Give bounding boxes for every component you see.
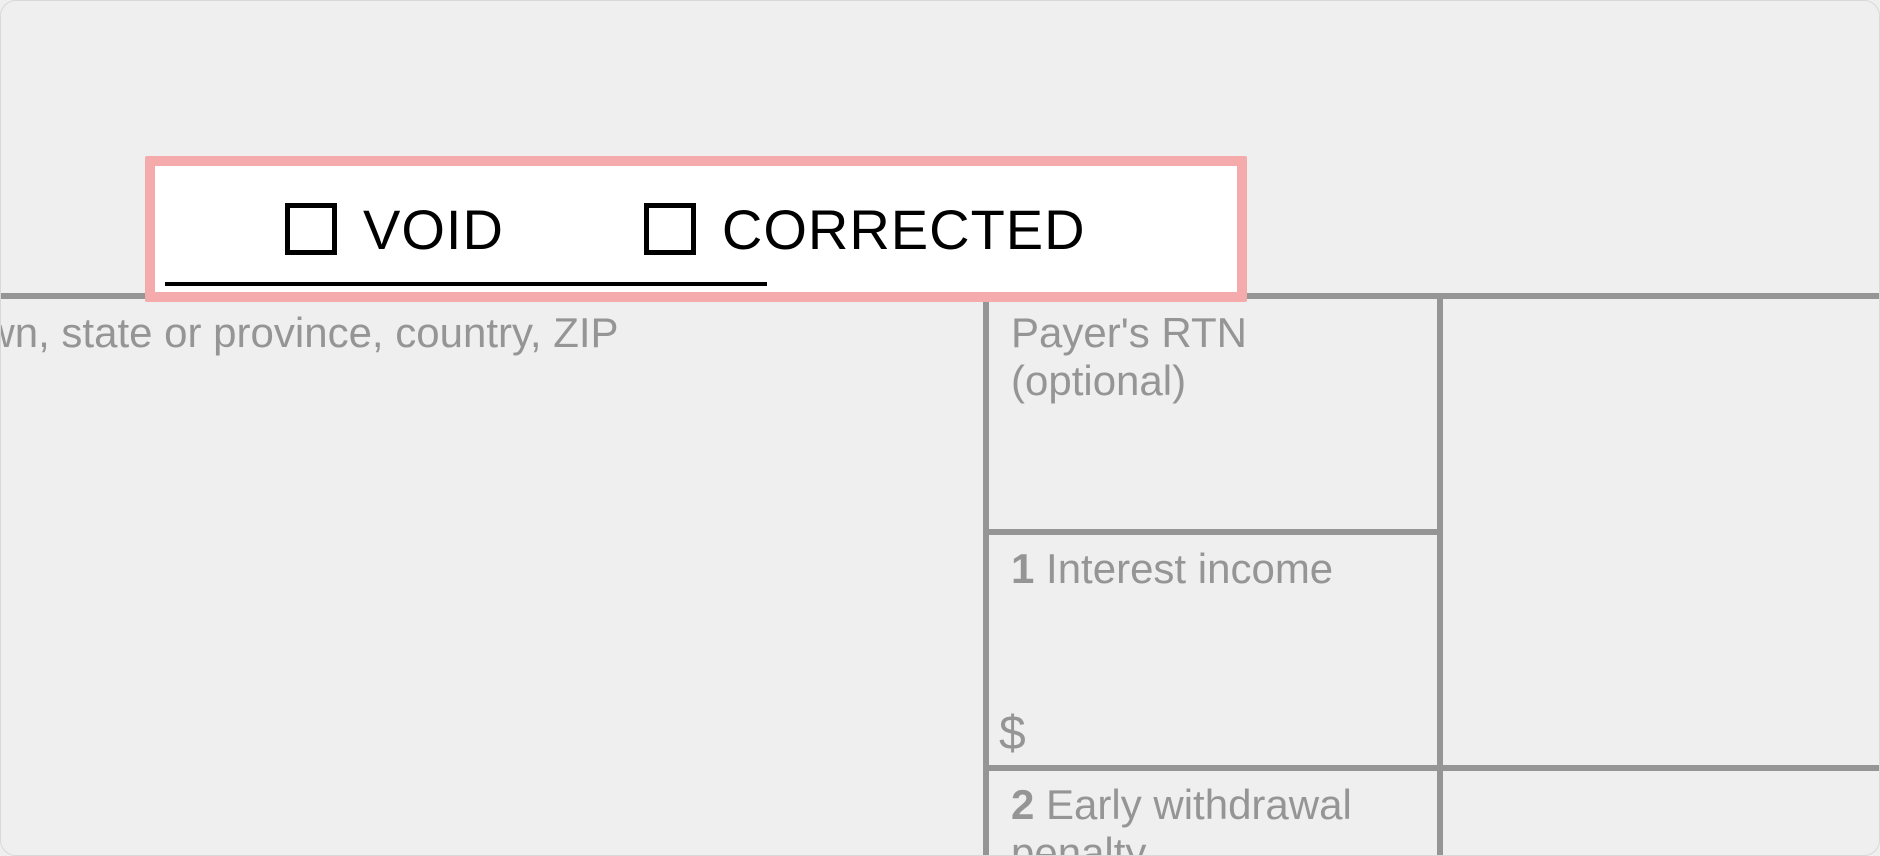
payer-info-cell: ess, city or town, state or province, co…	[0, 299, 989, 856]
box1-interest-income-cell: 1 Interest income $	[989, 535, 1437, 771]
omb-label: OMB No.	[1465, 309, 1880, 357]
void-corrected-underline	[165, 282, 767, 286]
box1-currency-symbol: $	[999, 706, 1026, 761]
void-option: VOID	[285, 197, 504, 262]
void-checkbox[interactable]	[285, 203, 337, 255]
corrected-checkbox[interactable]	[644, 203, 696, 255]
box1-number: 1	[1011, 545, 1034, 592]
payers-rtn-cell: Payer's RTN (optional)	[989, 299, 1437, 535]
payer-address-line2: elephone no.	[0, 357, 967, 405]
form-grid: ess, city or town, state or province, co…	[0, 293, 1880, 856]
corrected-label: CORRECTED	[722, 197, 1086, 262]
corrected-option: CORRECTED	[644, 197, 1086, 262]
void-label: VOID	[363, 197, 504, 262]
right-column: OMB No. Form 1	[1443, 299, 1880, 856]
payer-address-line1: ess, city or town, state or province, co…	[0, 309, 967, 357]
box2-number: 2	[1011, 781, 1034, 828]
omb-cell: OMB No. Form 1	[1443, 299, 1880, 771]
middle-column: Payer's RTN (optional) 1 Interest income…	[989, 299, 1443, 856]
box2-early-withdrawal-cell: 2 Early withdrawal penalty	[989, 771, 1437, 856]
void-corrected-highlight: VOID CORRECTED	[145, 156, 1247, 302]
box1-label: Interest income	[1034, 545, 1333, 592]
payers-rtn-label: Payer's RTN (optional)	[1011, 309, 1247, 404]
box2-label: Early withdrawal penalty	[1011, 781, 1352, 856]
form-crop-viewport: VOID CORRECTED ess, city or town, state …	[0, 0, 1880, 856]
